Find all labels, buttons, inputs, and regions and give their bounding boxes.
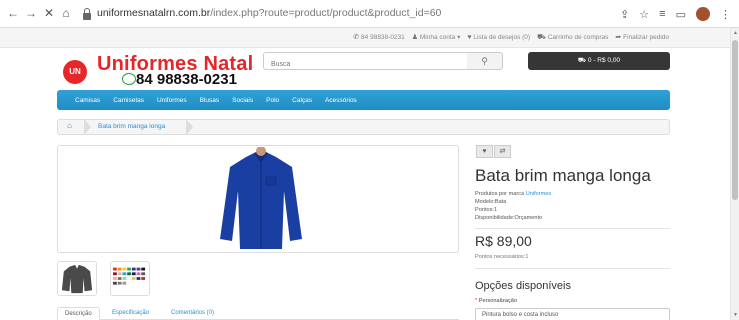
scroll-thumb[interactable] bbox=[732, 40, 738, 200]
option-select[interactable]: Pintura bolso e costa incluso bbox=[475, 308, 670, 320]
compare-button[interactable]: ⇄ bbox=[494, 145, 511, 158]
product-model: Modelo:Bata bbox=[475, 199, 507, 205]
breadcrumb-item[interactable]: Bata brim manga longa bbox=[98, 123, 165, 130]
heart-icon: ♥ bbox=[482, 148, 487, 155]
color-chart-thumbnail[interactable] bbox=[110, 261, 150, 296]
top-links: ✆ 84 98838-0231 ♟ Minha conta ▾ ♥ Lista … bbox=[353, 28, 669, 46]
jacket-image bbox=[220, 147, 302, 249]
star-icon[interactable]: ☆ bbox=[639, 8, 649, 21]
logo-badge[interactable]: UN bbox=[63, 60, 87, 84]
close-icon[interactable]: ✕ bbox=[42, 6, 56, 20]
product-main-image[interactable] bbox=[57, 145, 459, 253]
divider bbox=[475, 228, 670, 229]
product-title: Bata brim manga longa bbox=[475, 166, 651, 185]
top-cart-link[interactable]: ⛟ Carrinho de compras bbox=[537, 33, 608, 42]
product-brand: Produtos por marca Uniformes bbox=[475, 191, 552, 197]
menu-kebab-icon[interactable]: ⋮ bbox=[720, 8, 731, 21]
profile-avatar[interactable] bbox=[696, 7, 710, 21]
menu-item-calcas[interactable]: Calças bbox=[292, 97, 312, 104]
cart-button[interactable]: ⛟ 0 - R$ 0,00 bbox=[528, 52, 670, 70]
tab-comentarios[interactable]: Comentários (0) bbox=[164, 307, 221, 320]
address-bar[interactable]: uniformesnatalrn.com.br/index.php?route=… bbox=[75, 4, 675, 24]
top-wishlist-link[interactable]: ♥ Lista de desejos (0) bbox=[467, 34, 530, 41]
share-icon[interactable]: ⇪ bbox=[620, 8, 629, 21]
brand-link[interactable]: Uniformes bbox=[526, 191, 552, 197]
main-menu: Camisas Camisetas Uniformes Blusas Socia… bbox=[57, 90, 670, 110]
breadcrumb-separator bbox=[186, 119, 193, 135]
breadcrumb: ⌂ Bata brim manga longa bbox=[57, 119, 670, 135]
top-phone-link[interactable]: ✆ 84 98838-0231 bbox=[353, 33, 404, 41]
playlist-icon[interactable]: ≡ bbox=[659, 8, 665, 20]
home-breadcrumb-icon[interactable]: ⌂ bbox=[67, 121, 72, 130]
search-box bbox=[263, 52, 468, 73]
tab-descricao[interactable]: Descrição bbox=[57, 307, 100, 320]
home-icon[interactable]: ⌂ bbox=[59, 6, 73, 20]
tab-especificacao[interactable]: Especificação bbox=[105, 307, 156, 320]
jacket-thumbnail-image bbox=[61, 264, 93, 294]
whatsapp-icon bbox=[122, 73, 136, 85]
menu-item-sociais[interactable]: Sociais bbox=[232, 97, 253, 104]
menu-item-polo[interactable]: Polo bbox=[266, 97, 279, 104]
product-points: Pontos:1 bbox=[475, 207, 498, 213]
menu-item-acessorios[interactable]: Acessórios bbox=[325, 97, 357, 104]
menu-item-blusas[interactable]: Blusas bbox=[200, 97, 220, 104]
menu-item-uniformes[interactable]: Uniformes bbox=[157, 97, 187, 104]
points-needed: Pontos necessários:1 bbox=[475, 254, 529, 260]
cart-icon: ⛟ bbox=[577, 57, 587, 64]
phone-icon: ✆ bbox=[353, 34, 360, 41]
user-icon: ♟ bbox=[411, 34, 419, 41]
search-button[interactable]: ⚲ bbox=[467, 52, 503, 70]
search-input[interactable] bbox=[264, 56, 467, 73]
option-label: * Personalização bbox=[475, 298, 517, 304]
share-arrow-icon: ➦ bbox=[615, 34, 622, 41]
divider bbox=[475, 268, 670, 269]
back-icon[interactable]: ← bbox=[6, 6, 20, 20]
breadcrumb-separator bbox=[84, 119, 91, 135]
top-account-link[interactable]: ♟ Minha conta ▾ bbox=[412, 33, 461, 41]
browser-toolbar: ← → ✕ ⌂ uniformesnatalrn.com.br/index.ph… bbox=[0, 0, 739, 28]
product-thumbnail[interactable] bbox=[57, 261, 97, 296]
heart-icon: ♥ bbox=[467, 33, 472, 41]
scroll-up-icon[interactable]: ▲ bbox=[733, 30, 738, 36]
url-text: uniformesnatalrn.com.br/index.php?route=… bbox=[97, 7, 442, 19]
lock-icon[interactable] bbox=[81, 7, 93, 21]
page-scrollbar[interactable]: ▲ ▼ bbox=[730, 28, 739, 320]
product-price: R$ 89,00 bbox=[475, 233, 532, 249]
logo-phone: 84 98838-0231 bbox=[122, 71, 237, 88]
options-title: Opções disponíveis bbox=[475, 280, 571, 292]
menu-item-camisetas[interactable]: Camisetas bbox=[113, 97, 144, 104]
forward-icon[interactable]: → bbox=[24, 6, 38, 20]
search-icon: ⚲ bbox=[481, 56, 488, 66]
window-icon[interactable]: ▭ bbox=[676, 8, 686, 21]
cart-icon: ⛟ bbox=[537, 33, 546, 41]
compare-icon: ⇄ bbox=[499, 148, 506, 155]
product-availability: Disponibilidade:Orçamento bbox=[475, 215, 543, 221]
product-tabs: Descrição Especificação Comentários (0) bbox=[57, 307, 459, 320]
top-checkout-link[interactable]: ➦ Finalizar pedido bbox=[615, 33, 669, 41]
wishlist-button[interactable]: ♥ bbox=[476, 145, 493, 158]
scroll-down-icon[interactable]: ▼ bbox=[733, 312, 738, 318]
color-swatches-image bbox=[113, 267, 146, 285]
menu-item-camisas[interactable]: Camisas bbox=[75, 97, 100, 104]
